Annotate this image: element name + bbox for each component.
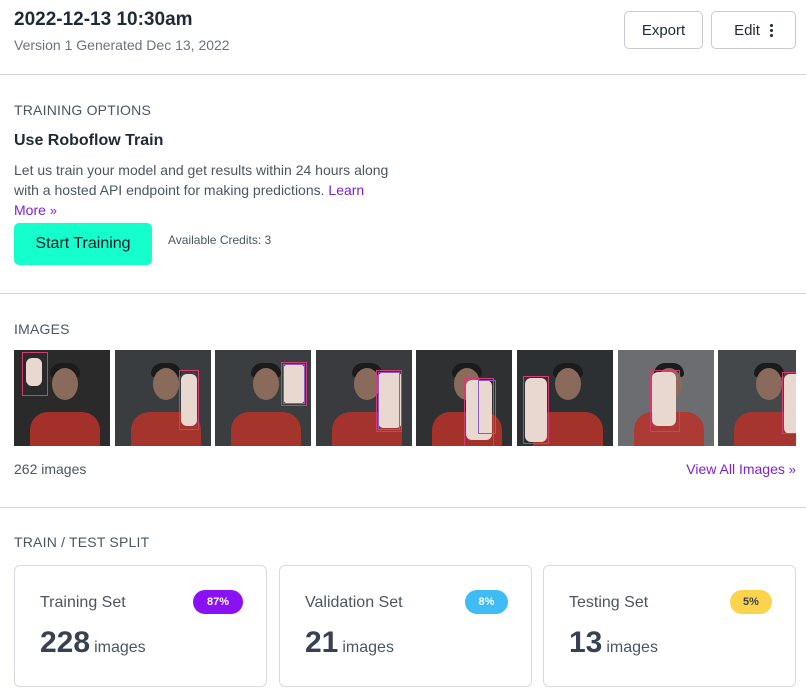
image-thumbnail-5[interactable]: [416, 350, 512, 446]
section-divider: [0, 507, 806, 508]
section-divider: [0, 293, 806, 294]
count-unit: images: [94, 639, 146, 656]
count-unit: images: [342, 639, 394, 656]
available-credits: Available Credits: 3: [168, 233, 272, 247]
bounding-box: [478, 380, 496, 434]
start-training-label: Start Training: [35, 235, 131, 252]
double-chevron-right-icon: »: [788, 462, 796, 477]
card-label: Training Set: [40, 594, 126, 611]
version-title: 2022-12-13 10:30am: [14, 9, 193, 30]
roboflow-train-description: Let us train your model and get results …: [14, 160, 394, 221]
more-vertical-icon: [769, 23, 773, 37]
card-label: Validation Set: [305, 594, 403, 611]
version-header: 2022-12-13 10:30am Version 1 Generated D…: [0, 0, 806, 75]
count-value: 13: [569, 626, 603, 659]
percent-badge: 5%: [730, 590, 772, 614]
card-label: Testing Set: [569, 594, 649, 611]
roboflow-train-title: Use Roboflow Train: [14, 132, 164, 149]
percent-badge: 87%: [193, 590, 243, 614]
card-count: 21 images: [305, 626, 394, 660]
bounding-box: [523, 376, 549, 444]
edit-button-label: Edit: [734, 21, 760, 39]
bounding-box: [378, 372, 400, 430]
bounding-box: [179, 370, 199, 430]
testing-set-card: Testing Set 5% 13 images: [543, 565, 796, 687]
count-unit: images: [606, 639, 658, 656]
bounding-box: [283, 364, 305, 404]
card-count: 228 images: [40, 626, 146, 660]
image-thumbnail-2[interactable]: [115, 350, 211, 446]
image-thumbnail-strip: [14, 350, 796, 446]
image-count: 262 images: [14, 461, 87, 477]
version-subtitle: Version 1 Generated Dec 13, 2022: [14, 37, 230, 53]
train-test-split-label: TRAIN / TEST SPLIT: [14, 534, 150, 550]
view-all-images-link[interactable]: View All Images »: [686, 461, 796, 477]
percent-badge: 8%: [465, 590, 508, 614]
image-thumbnail-7[interactable]: [618, 350, 714, 446]
image-thumbnail-6[interactable]: [517, 350, 613, 446]
image-thumbnail-4[interactable]: [316, 350, 412, 446]
double-chevron-right-icon: »: [49, 203, 58, 218]
bounding-box: [22, 352, 48, 396]
start-training-button[interactable]: Start Training: [14, 223, 152, 265]
training-set-card: Training Set 87% 228 images: [14, 565, 267, 687]
image-thumbnail-1[interactable]: [14, 350, 110, 446]
view-all-label: View All Images: [686, 461, 785, 477]
export-button-label: Export: [641, 21, 686, 39]
training-options-label: TRAINING OPTIONS: [14, 102, 151, 118]
card-count: 13 images: [569, 626, 658, 660]
bounding-box: [650, 370, 680, 432]
image-thumbnail-8[interactable]: [718, 350, 796, 446]
validation-set-card: Validation Set 8% 21 images: [279, 565, 532, 687]
edit-button[interactable]: Edit: [711, 11, 796, 49]
images-label: IMAGES: [14, 321, 70, 337]
bounding-box: [782, 372, 796, 434]
image-thumbnail-3[interactable]: [215, 350, 311, 446]
export-button[interactable]: Export: [624, 11, 703, 49]
count-value: 21: [305, 626, 339, 659]
count-value: 228: [40, 626, 91, 659]
